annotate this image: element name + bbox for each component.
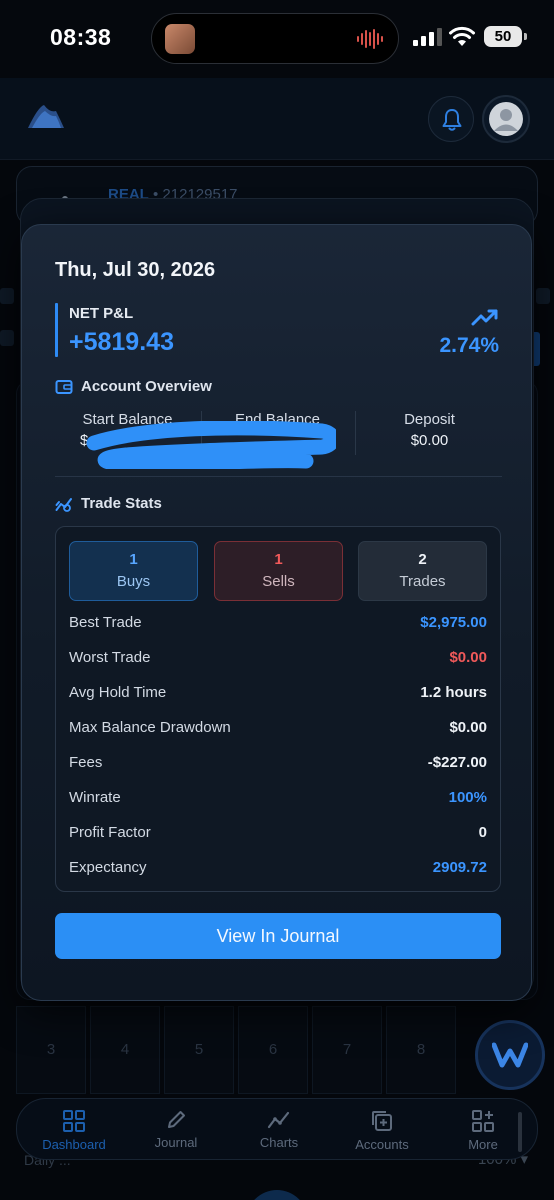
calendar-day[interactable]: 4: [90, 1006, 160, 1094]
buys-pill[interactable]: 1 Buys: [69, 541, 198, 601]
pencil-icon: [168, 1111, 185, 1128]
now-playing-artwork: [165, 24, 195, 54]
buys-count: 1: [129, 551, 138, 568]
stat-value: 1.2 hours: [420, 684, 487, 701]
status-time: 08:38: [50, 24, 112, 50]
modal-date-title: Thu, Jul 30, 2026: [55, 259, 216, 281]
stat-value: 100%: [448, 789, 487, 806]
nav-label: Dashboard: [42, 1137, 106, 1152]
nav-label: Journal: [154, 1135, 198, 1150]
view-in-journal-button[interactable]: View In Journal: [55, 913, 501, 959]
stat-label: Avg Hold Time: [69, 684, 167, 701]
stat-value: -$227.00: [427, 754, 487, 771]
nav-label: Accounts: [355, 1137, 409, 1152]
audio-waveform-icon: [357, 29, 383, 49]
trade-stats-heading: Trade Stats: [55, 495, 305, 515]
nav-dashboard[interactable]: Dashboard: [37, 1109, 111, 1155]
stat-label: Best Trade: [69, 614, 142, 631]
stat-value: 0: [478, 824, 487, 841]
account-overview-heading: Account Overview: [55, 378, 305, 398]
deposit-label: Deposit: [404, 411, 455, 428]
trades-label: Trades: [399, 573, 446, 590]
wallet-icon: [55, 380, 73, 394]
sells-pill[interactable]: 1 Sells: [214, 541, 343, 601]
status-bar: 08:38 50: [0, 0, 554, 78]
stat-row-max-drawdown: Max Balance Drawdown $0.00: [69, 719, 487, 741]
nav-label: More: [468, 1137, 498, 1152]
dynamic-island[interactable]: [151, 13, 399, 64]
stat-label: Expectancy: [69, 859, 147, 876]
calendar-day[interactable]: 8: [386, 1006, 456, 1094]
calendar-day[interactable]: 3: [16, 1006, 86, 1094]
wifi-icon: [449, 26, 475, 46]
user-avatar-icon: [489, 102, 523, 136]
stat-row-avg-hold-time: Avg Hold Time 1.2 hours: [69, 684, 487, 706]
trade-stats-panel: 1 Buys 1 Sells 2 Trades Best Trade $2,97…: [55, 526, 501, 892]
calendar-week-row: 3 4 5 6 7 8: [16, 1006, 538, 1094]
more-grid-icon: [472, 1110, 494, 1132]
deposit-value: $0.00: [410, 432, 449, 449]
sells-count: 1: [274, 551, 283, 568]
chart-line-icon: [267, 1111, 290, 1129]
stat-value: $0.00: [449, 719, 487, 736]
grid-icon: [63, 1110, 85, 1132]
stat-label: Profit Factor: [69, 824, 151, 841]
stat-row-worst-trade: Worst Trade $0.00: [69, 649, 487, 671]
trades-pill[interactable]: 2 Trades: [358, 541, 487, 601]
calendar-day[interactable]: 5: [164, 1006, 234, 1094]
bell-icon: [442, 109, 462, 131]
nav-charts[interactable]: Charts: [245, 1109, 313, 1155]
redaction-scribble: [86, 421, 336, 469]
trending-up-icon: [471, 309, 498, 326]
profile-avatar-button[interactable]: [482, 95, 530, 143]
section-divider: [55, 476, 502, 477]
net-pnl-percent: 2.74%: [439, 334, 499, 357]
background-edge-left-2: [0, 330, 14, 346]
stat-label: Max Balance Drawdown: [69, 719, 231, 736]
background-edge-right: [536, 288, 550, 304]
nav-label: Charts: [259, 1135, 299, 1150]
battery-indicator: 50: [484, 26, 527, 47]
nav-more[interactable]: More: [457, 1109, 509, 1155]
stat-row-profit-factor: Profit Factor 0: [69, 824, 487, 846]
background-edge-left: [0, 288, 14, 304]
cellular-signal-icon: [413, 28, 442, 46]
account-overview-title: Account Overview: [81, 378, 212, 395]
stat-label: Fees: [69, 754, 103, 771]
scroll-indicator: [518, 1112, 522, 1152]
stat-row-winrate: Winrate 100%: [69, 789, 487, 811]
pnl-accent-bar: [55, 303, 58, 357]
trade-stats-title: Trade Stats: [81, 495, 162, 512]
nav-journal[interactable]: Journal: [143, 1109, 209, 1155]
deposit-column: Deposit $0.00: [357, 411, 502, 449]
stat-row-expectancy: Expectancy 2909.72: [69, 859, 487, 881]
calendar-day[interactable]: 6: [238, 1006, 308, 1094]
app-logo-icon: [28, 105, 64, 128]
sells-label: Sells: [262, 573, 295, 590]
net-pnl-value: +5819.43: [69, 328, 174, 356]
w-logo-icon: [492, 1042, 528, 1068]
stat-label: Worst Trade: [69, 649, 151, 666]
accounts-icon: [372, 1111, 392, 1131]
buys-label: Buys: [116, 573, 151, 590]
stat-value: $2,975.00: [420, 614, 487, 631]
overview-divider: [355, 411, 356, 455]
stats-chart-icon: [55, 498, 72, 512]
notifications-button[interactable]: [428, 96, 474, 142]
nav-accounts[interactable]: Accounts: [347, 1109, 417, 1155]
bottom-navigation: Dashboard Journal Charts Accounts More: [16, 1098, 538, 1160]
day-summary-modal: Thu, Jul 30, 2026 NET P&L +5819.43 2.74%…: [21, 224, 532, 1001]
stat-value: 2909.72: [432, 859, 487, 876]
stat-row-best-trade: Best Trade $2,975.00: [69, 614, 487, 636]
trades-count: 2: [418, 551, 427, 568]
stat-label: Winrate: [69, 789, 121, 806]
assistant-fab-button[interactable]: [475, 1020, 545, 1090]
calendar-day[interactable]: 7: [312, 1006, 382, 1094]
stat-value: $0.00: [449, 649, 487, 666]
stat-row-fees: Fees -$227.00: [69, 754, 487, 776]
net-pnl-label: NET P&L: [69, 305, 134, 322]
